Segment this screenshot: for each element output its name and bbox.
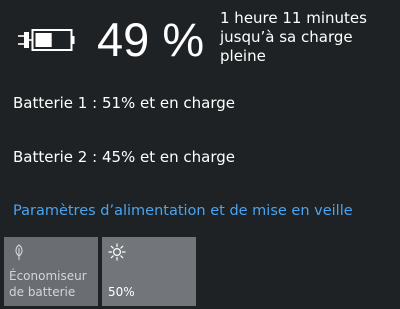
brightness-tile[interactable]: 50%	[102, 237, 196, 306]
battery-saver-tile[interactable]: Économiseur de batterie	[4, 237, 98, 306]
battery-saver-label: Économiseur de batterie	[9, 269, 87, 299]
battery-flyout: 49 % 1 heure 11 minutes jusqu’à sa charg…	[0, 0, 400, 309]
power-sleep-settings-link[interactable]: Paramètres d’alimentation et de mise en …	[13, 201, 353, 221]
brightness-icon	[108, 243, 126, 261]
battery-fill-level	[35, 33, 52, 47]
time-remaining-text: 1 heure 11 minutes jusqu’à sa charge ple…	[220, 9, 367, 65]
leaf-icon	[15, 244, 23, 260]
battery-percent: 49 %	[97, 13, 205, 66]
battery-2-status: Batterie 2 : 45% et en charge	[13, 148, 236, 166]
brightness-level-label: 50%	[108, 285, 135, 299]
battery-charging-icon	[18, 29, 75, 51]
battery-1-status: Batterie 1 : 51% et en charge	[13, 94, 236, 112]
